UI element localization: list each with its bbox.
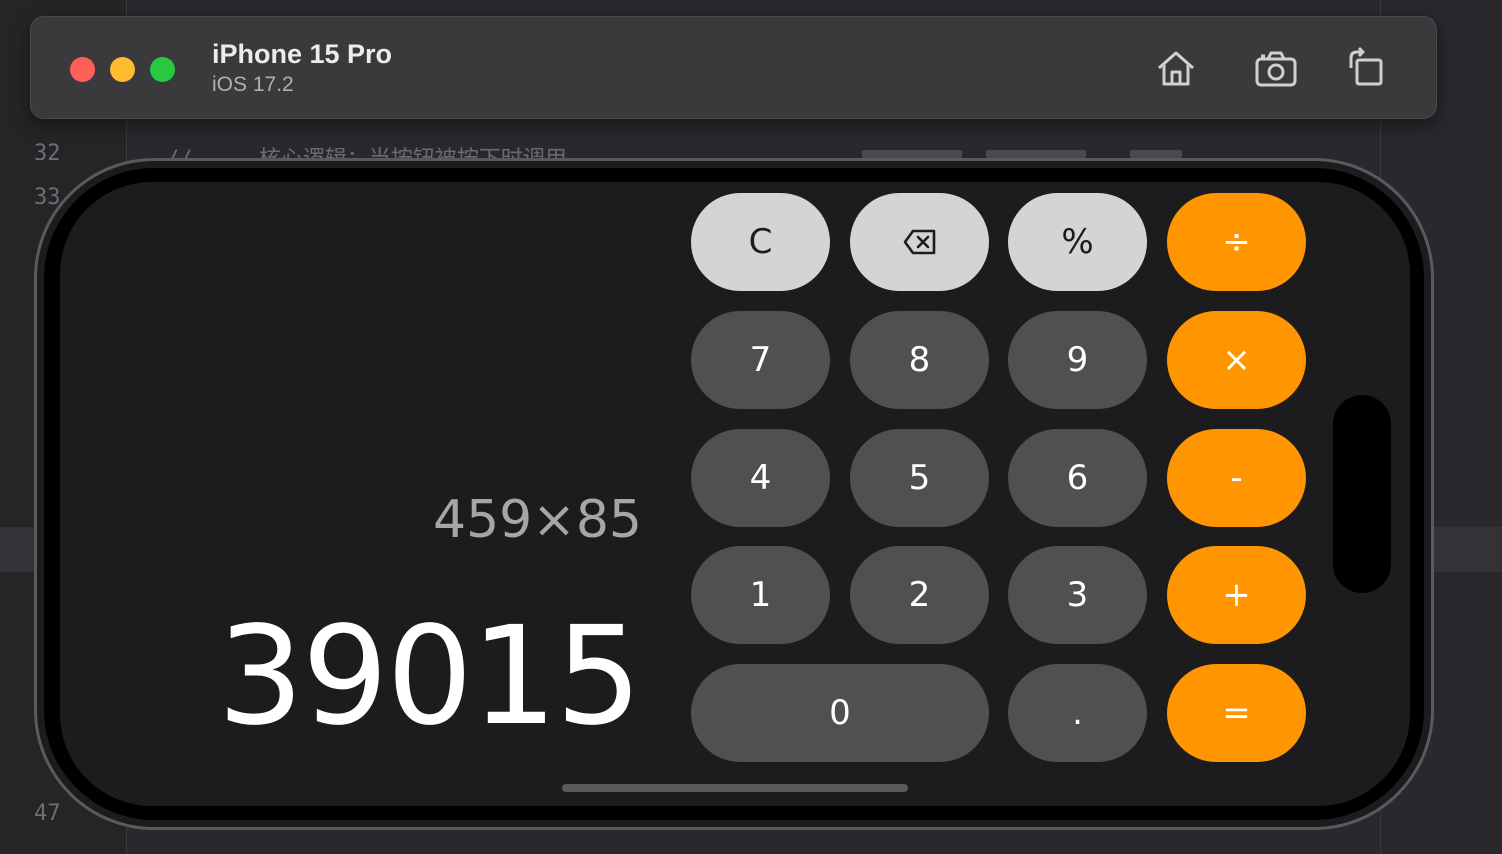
minus-button[interactable]: - <box>1167 429 1306 527</box>
home-icon[interactable] <box>1153 46 1199 92</box>
decimal-button[interactable]: . <box>1008 664 1147 762</box>
digit-5-button[interactable]: 5 <box>850 429 989 527</box>
line-number: 47 <box>34 801 61 826</box>
equals-button[interactable]: = <box>1167 664 1306 762</box>
digit-2-button[interactable]: 2 <box>850 546 989 644</box>
clear-button[interactable]: C <box>691 193 830 291</box>
divide-button[interactable]: ÷ <box>1167 193 1306 291</box>
backspace-button[interactable] <box>850 193 989 291</box>
digit-3-button[interactable]: 3 <box>1008 546 1147 644</box>
digit-8-button[interactable]: 8 <box>850 311 989 409</box>
close-window-button[interactable] <box>70 57 95 82</box>
result-display: 39015 <box>217 598 642 756</box>
simulator-titlebar: iPhone 15 Pro iOS 17.2 <box>30 16 1437 119</box>
percent-button[interactable]: % <box>1008 193 1147 291</box>
plus-button[interactable]: + <box>1167 546 1306 644</box>
editor-tab <box>986 150 1086 158</box>
device-name: iPhone 15 Pro <box>212 39 393 69</box>
backspace-icon <box>903 229 935 255</box>
digit-4-button[interactable]: 4 <box>691 429 830 527</box>
rotate-icon[interactable] <box>1343 46 1389 92</box>
home-indicator[interactable] <box>562 784 908 792</box>
expression-display: 459×85 <box>433 490 642 550</box>
multiply-button[interactable]: × <box>1167 311 1306 409</box>
os-version: iOS 17.2 <box>212 73 294 96</box>
editor-tab <box>1130 150 1182 158</box>
screenshot-icon[interactable] <box>1253 46 1299 92</box>
digit-9-button[interactable]: 9 <box>1008 311 1147 409</box>
digit-6-button[interactable]: 6 <box>1008 429 1147 527</box>
digit-7-button[interactable]: 7 <box>691 311 830 409</box>
line-number: 32 <box>34 141 61 166</box>
editor-tab <box>862 150 962 158</box>
digit-0-button[interactable]: 0 <box>691 664 989 762</box>
dynamic-island <box>1333 395 1391 593</box>
maximize-window-button[interactable] <box>150 57 175 82</box>
digit-1-button[interactable]: 1 <box>691 546 830 644</box>
minimize-window-button[interactable] <box>110 57 135 82</box>
